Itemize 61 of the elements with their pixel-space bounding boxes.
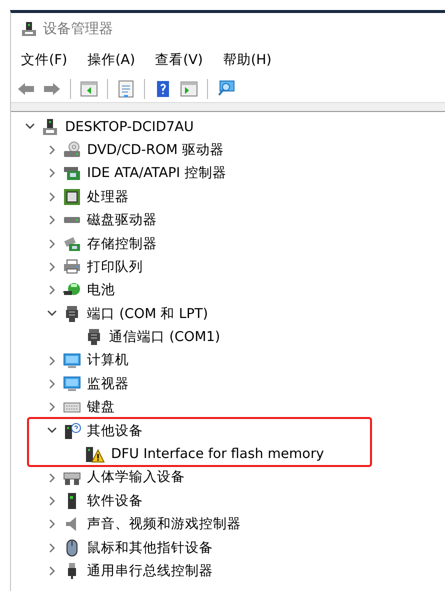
chevron-right-icon bbox=[48, 402, 56, 412]
action-pane-icon bbox=[179, 78, 199, 98]
tree-item[interactable]: 电池 bbox=[87, 280, 115, 301]
menu-item[interactable]: 查看(V) bbox=[153, 48, 205, 72]
chevron-right-icon bbox=[48, 215, 56, 226]
chevron-right-icon bbox=[48, 542, 56, 553]
tree-item[interactable]: 通用串行总线控制器 bbox=[87, 560, 213, 582]
tree-item[interactable]: DVD/CD-ROM 驱动器 bbox=[87, 140, 224, 160]
chevron-right-icon bbox=[48, 192, 56, 202]
monitor-icon bbox=[63, 352, 81, 370]
chevron-down-icon bbox=[47, 310, 57, 318]
tree-item[interactable]: DFU Interface for flash memory bbox=[111, 444, 324, 464]
tree-item[interactable]: 软件设备 bbox=[87, 490, 143, 512]
properties-icon bbox=[116, 78, 136, 98]
chevron-right-icon bbox=[48, 566, 56, 576]
printer-icon bbox=[63, 258, 81, 276]
device-manager-icon bbox=[21, 21, 37, 37]
tree-item[interactable]: 监视器 bbox=[87, 374, 129, 394]
port-connector-icon bbox=[85, 328, 103, 346]
chevron-right-icon bbox=[48, 285, 56, 296]
monitor-icon bbox=[63, 374, 81, 393]
chevron-right-icon bbox=[48, 168, 56, 178]
chevron-right-icon bbox=[48, 238, 56, 249]
menu-item[interactable]: 操作(A) bbox=[85, 48, 138, 72]
tree-item[interactable]: 其他设备 bbox=[87, 420, 143, 441]
chevron-right-icon bbox=[48, 262, 56, 272]
tree-item[interactable]: 人体学输入设备 bbox=[87, 467, 185, 488]
tree-item[interactable]: 通信端口 (COM1) bbox=[109, 327, 220, 348]
chevron-right-icon bbox=[48, 519, 56, 530]
menu-item[interactable]: 帮助(H) bbox=[220, 48, 274, 72]
tree-item[interactable]: 声音、视频和游戏控制器 bbox=[87, 514, 241, 534]
device-warning-icon bbox=[85, 445, 105, 464]
tree-item[interactable]: 存储控制器 bbox=[87, 234, 157, 254]
tree-item[interactable]: 处理器 bbox=[87, 186, 129, 207]
chip-icon bbox=[63, 188, 81, 206]
window-title: 设备管理器 bbox=[43, 20, 113, 38]
chevron-down-icon bbox=[25, 123, 35, 130]
tree-item[interactable]: DESKTOP-DCID7AU bbox=[65, 116, 194, 137]
chevron-right-icon bbox=[48, 356, 56, 366]
tree-item[interactable]: 计算机 bbox=[87, 350, 129, 371]
device-question-icon bbox=[63, 422, 81, 440]
menu-item[interactable]: 文件(F) bbox=[19, 48, 70, 72]
port-connector-icon bbox=[63, 304, 81, 323]
computer-icon bbox=[41, 118, 59, 136]
tree-item[interactable]: 键盘 bbox=[87, 397, 115, 418]
tree-item[interactable]: 磁盘驱动器 bbox=[87, 210, 157, 230]
console-tree-icon bbox=[79, 78, 99, 98]
drive-icon bbox=[64, 217, 80, 224]
chevron-right-icon bbox=[48, 378, 56, 389]
controller-card-icon bbox=[63, 164, 81, 182]
storage-controller-icon bbox=[63, 234, 81, 253]
chevron-right-icon bbox=[48, 145, 56, 156]
chevron-down-icon bbox=[47, 427, 57, 434]
tree-item[interactable]: 打印队列 bbox=[87, 256, 143, 278]
disc-drive-icon bbox=[63, 141, 81, 160]
tree-item[interactable]: IDE ATA/ATAPI 控制器 bbox=[87, 163, 226, 184]
tree-item[interactable]: 端口 (COM 和 LPT) bbox=[87, 304, 208, 324]
chevron-right-icon bbox=[48, 472, 56, 483]
chevron-right-icon bbox=[48, 496, 56, 506]
monitor-magnifier-icon bbox=[216, 78, 236, 98]
tree-item[interactable]: 鼠标和其他指针设备 bbox=[87, 538, 213, 558]
